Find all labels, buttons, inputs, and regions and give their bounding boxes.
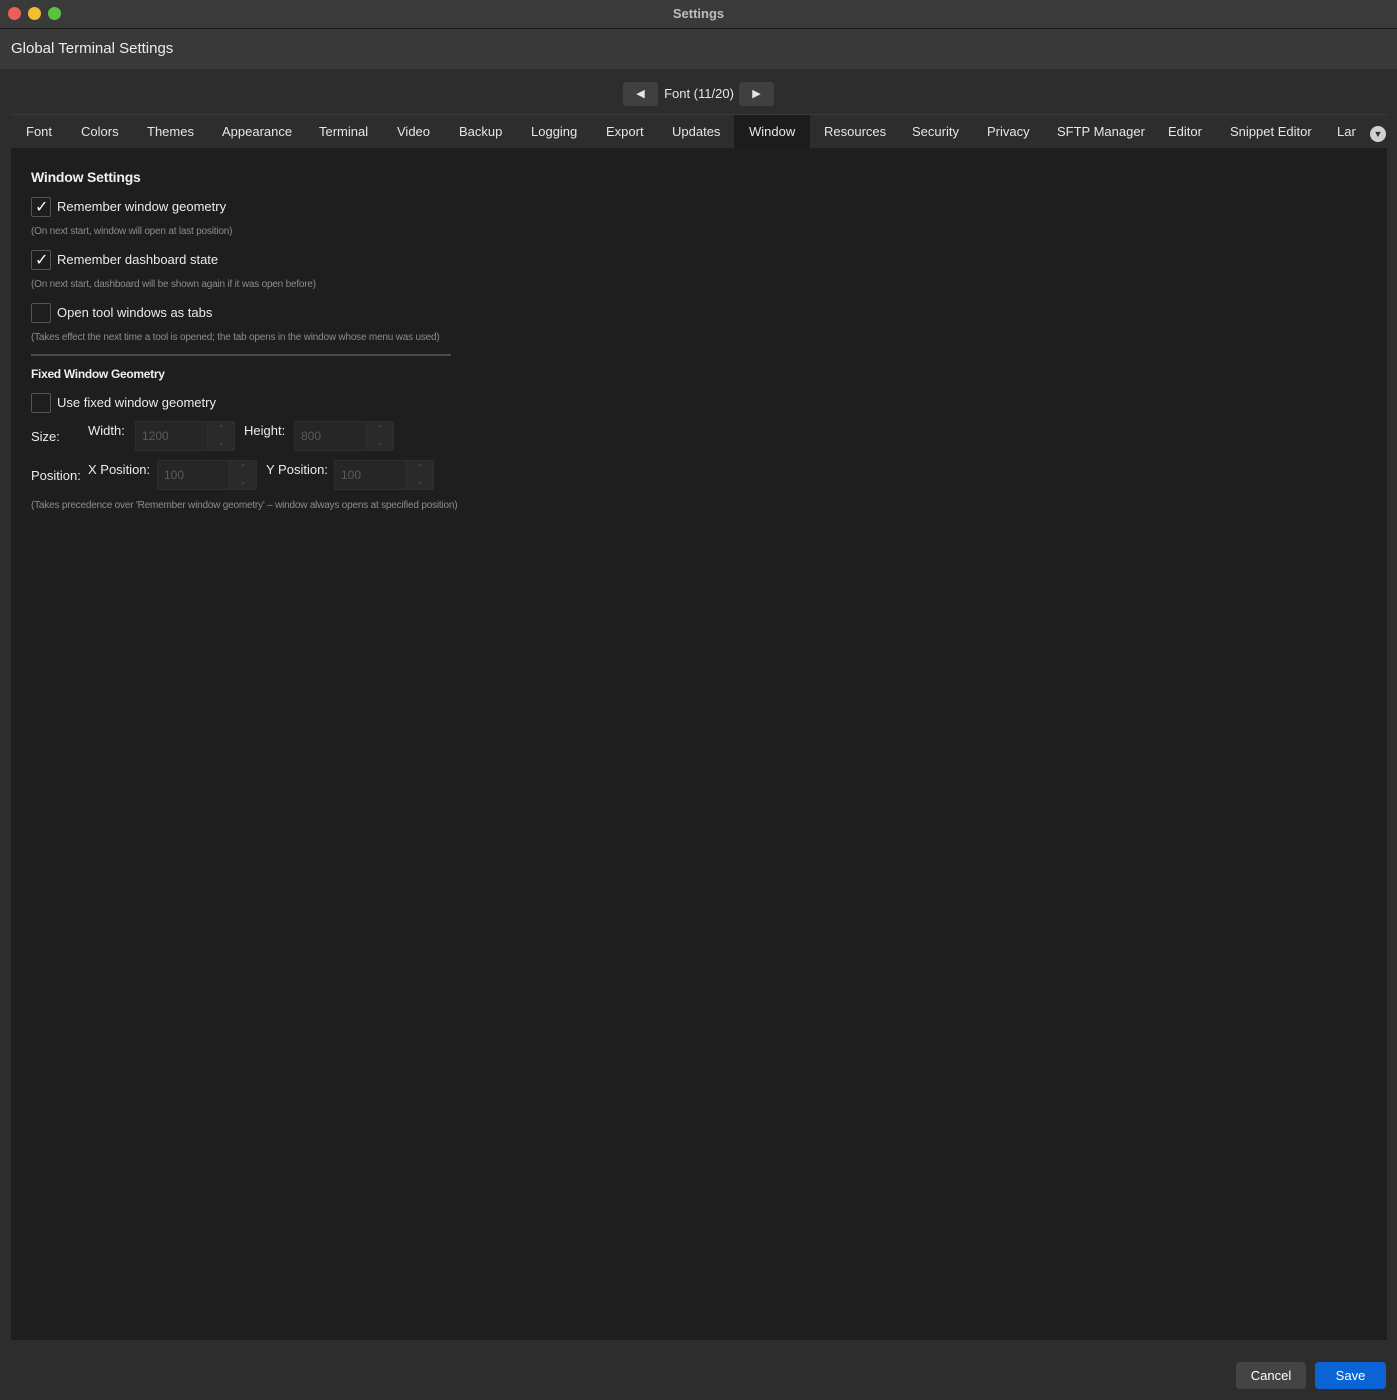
remember-geometry-hint: (On next start, window will open at last… xyxy=(31,226,233,237)
checkmark-icon: ✓ xyxy=(35,252,49,269)
width-label: Width: xyxy=(88,423,125,438)
tab-terminal[interactable]: Terminal xyxy=(304,115,383,148)
size-label: Size: xyxy=(31,429,60,444)
tab-backup[interactable]: Backup xyxy=(444,115,517,148)
remember-dashboard-checkbox[interactable]: ✓ xyxy=(31,250,51,270)
use-fixed-geometry-checkbox[interactable] xyxy=(31,393,51,413)
x-position-label: X Position: xyxy=(88,462,151,477)
y-position-increment-button[interactable]: ⌃ xyxy=(407,461,433,475)
tab-pager: ◀ Font (11/20) ▶ xyxy=(0,80,1397,108)
tab-security[interactable]: Security xyxy=(897,115,974,148)
tab-updates[interactable]: Updates xyxy=(657,115,735,148)
window-settings-title: Window Settings xyxy=(31,169,141,185)
chevron-down-icon: ⌄ xyxy=(416,477,424,486)
height-label: Height: xyxy=(244,423,286,438)
chevron-up-icon: ⌃ xyxy=(416,463,424,472)
tab-overflow-button[interactable]: ▼ xyxy=(1370,126,1386,142)
tab-logging[interactable]: Logging xyxy=(516,115,592,148)
x-position-decrement-button[interactable]: ⌄ xyxy=(230,475,256,489)
checkmark-icon: ✓ xyxy=(35,199,49,216)
chevron-down-icon: ⌄ xyxy=(239,477,247,486)
remember-dashboard-label[interactable]: Remember dashboard state xyxy=(57,252,218,267)
height-stepper: ⌃ ⌄ xyxy=(366,422,393,450)
chevron-down-icon: ▼ xyxy=(1373,129,1383,139)
section-divider xyxy=(31,354,451,356)
y-position-decrement-button[interactable]: ⌄ xyxy=(407,475,433,489)
y-position-spinbox[interactable]: 100 ⌃ ⌄ xyxy=(334,460,434,490)
tool-tabs-label[interactable]: Open tool windows as tabs xyxy=(57,305,212,320)
previous-tab-button[interactable]: ◀ xyxy=(623,82,658,106)
fixed-geometry-hint: (Takes precedence over 'Remember window … xyxy=(31,500,458,511)
pager-label: Font (11/20) xyxy=(664,86,734,101)
page-title: Global Terminal Settings xyxy=(11,40,174,57)
save-button[interactable]: Save xyxy=(1315,1362,1386,1389)
tab-bar: Font Colors Themes Appearance Terminal V… xyxy=(11,114,1387,148)
chevron-down-icon: ⌄ xyxy=(217,438,225,447)
arrow-right-icon: ▶ xyxy=(752,88,761,100)
tab-colors[interactable]: Colors xyxy=(66,115,134,148)
y-position-stepper: ⌃ ⌄ xyxy=(406,461,433,489)
remember-geometry-checkbox[interactable]: ✓ xyxy=(31,197,51,217)
window-title: Settings xyxy=(672,6,725,21)
height-spinbox[interactable]: 800 ⌃ ⌄ xyxy=(294,421,394,451)
width-stepper: ⌃ ⌄ xyxy=(207,422,234,450)
fixed-geometry-title: Fixed Window Geometry xyxy=(31,367,165,381)
width-decrement-button[interactable]: ⌄ xyxy=(208,436,234,450)
arrow-left-icon: ◀ xyxy=(636,88,645,100)
x-position-value: 100 xyxy=(164,468,185,482)
cancel-button[interactable]: Cancel xyxy=(1236,1362,1306,1389)
x-position-stepper: ⌃ ⌄ xyxy=(229,461,256,489)
chevron-down-icon: ⌄ xyxy=(376,438,384,447)
tab-video[interactable]: Video xyxy=(382,115,445,148)
y-position-label: Y Position: xyxy=(266,462,328,477)
chevron-up-icon: ⌃ xyxy=(239,463,247,472)
tab-privacy[interactable]: Privacy xyxy=(972,115,1045,148)
tab-window[interactable]: Window xyxy=(734,115,811,148)
tab-export[interactable]: Export xyxy=(591,115,659,148)
header: Global Terminal Settings xyxy=(0,29,1397,69)
tab-snippet-editor[interactable]: Snippet Editor xyxy=(1215,115,1327,148)
chevron-up-icon: ⌃ xyxy=(217,424,225,433)
width-increment-button[interactable]: ⌃ xyxy=(208,422,234,436)
tool-tabs-checkbox[interactable] xyxy=(31,303,51,323)
height-value: 800 xyxy=(301,429,322,443)
width-value: 1200 xyxy=(142,429,169,443)
next-tab-button[interactable]: ▶ xyxy=(739,82,774,106)
x-position-increment-button[interactable]: ⌃ xyxy=(230,461,256,475)
title-bar: Settings xyxy=(0,0,1397,29)
x-position-spinbox[interactable]: 100 ⌃ ⌄ xyxy=(157,460,257,490)
y-position-value: 100 xyxy=(341,468,362,482)
remember-dashboard-hint: (On next start, dashboard will be shown … xyxy=(31,279,316,290)
tool-tabs-hint: (Takes effect the next time a tool is op… xyxy=(31,332,440,343)
width-spinbox[interactable]: 1200 ⌃ ⌄ xyxy=(135,421,235,451)
tab-themes[interactable]: Themes xyxy=(132,115,209,148)
tab-appearance[interactable]: Appearance xyxy=(207,115,307,148)
height-increment-button[interactable]: ⌃ xyxy=(367,422,393,436)
position-label: Position: xyxy=(31,468,81,483)
window-settings-panel: Window Settings ✓ Remember window geomet… xyxy=(11,148,1387,1340)
tab-editor[interactable]: Editor xyxy=(1153,115,1217,148)
tab-resources[interactable]: Resources xyxy=(809,115,901,148)
use-fixed-geometry-label[interactable]: Use fixed window geometry xyxy=(57,395,216,410)
height-decrement-button[interactable]: ⌄ xyxy=(367,436,393,450)
tab-sftp-manager[interactable]: SFTP Manager xyxy=(1042,115,1160,148)
tab-font[interactable]: Font xyxy=(11,115,67,148)
tab-language[interactable]: Lang xyxy=(1322,115,1356,148)
chevron-up-icon: ⌃ xyxy=(376,424,384,433)
remember-geometry-label[interactable]: Remember window geometry xyxy=(57,199,226,214)
